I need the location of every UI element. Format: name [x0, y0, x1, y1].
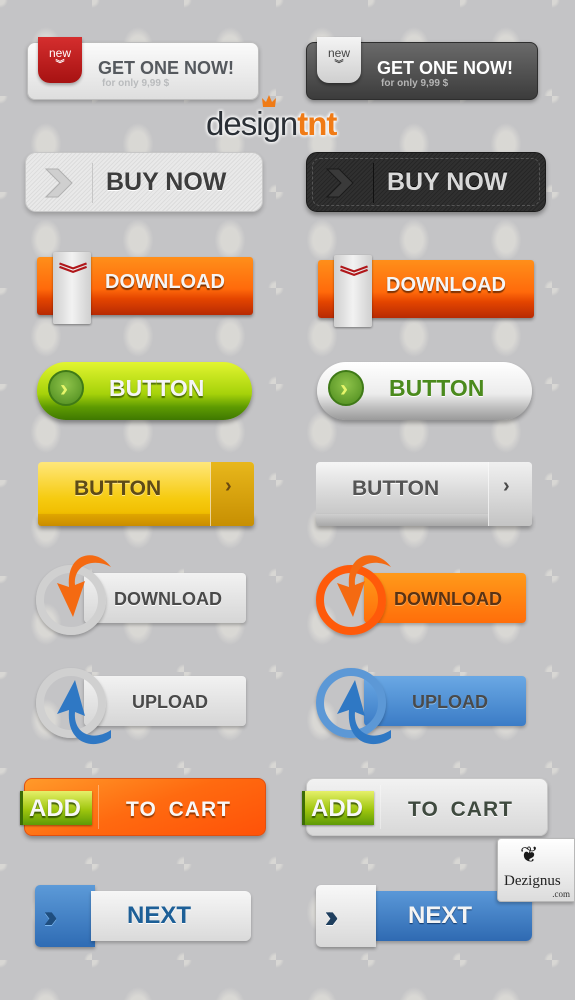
- pill-button-white[interactable]: › BUTTON: [317, 362, 532, 420]
- curved-arrow-up-icon: [57, 680, 111, 745]
- designtnt-logo: designtnt: [206, 105, 337, 143]
- add-label: ADD: [29, 795, 81, 822]
- add-label: ADD: [311, 795, 363, 822]
- add-to-cart-button-orange[interactable]: ADD TO CART: [20, 778, 266, 836]
- download-button-silver[interactable]: DOWNLOAD: [36, 547, 252, 642]
- download-button-orange[interactable]: ︾ DOWNLOAD: [37, 252, 253, 324]
- get-one-now-button-light[interactable]: new ︾ GET ONE NOW! for only 9,99 $: [27, 37, 259, 100]
- button-label: UPLOAD: [412, 692, 488, 712]
- new-badge-label: new: [48, 46, 71, 60]
- button-label: DOWNLOAD: [105, 271, 225, 293]
- button-label: BUTTON: [109, 375, 205, 401]
- price-subtitle: for only 9,99 $: [102, 78, 170, 89]
- arrow-right-circle-icon: ›: [328, 370, 364, 406]
- arrow-right-circle-icon: ›: [48, 370, 84, 406]
- curved-arrow-down-icon: [57, 555, 111, 617]
- double-chevron-down-icon: ︾: [58, 262, 88, 287]
- divider: [98, 785, 99, 829]
- icon-panel: [35, 885, 95, 947]
- button-label: DOWNLOAD: [114, 589, 222, 609]
- add-tag: ADD: [302, 791, 374, 825]
- new-ribbon-badge: new ︾: [317, 37, 361, 83]
- upload-button-blue[interactable]: UPLOAD: [316, 650, 532, 745]
- block-button-yellow[interactable]: › BUTTON: [38, 462, 254, 526]
- chevron-right-icon: ›: [210, 462, 254, 526]
- buy-now-button-light[interactable]: BUY NOW: [25, 152, 263, 212]
- logo-text-tnt: tnt: [297, 105, 337, 142]
- button-label: TO CART: [408, 798, 513, 821]
- dezignus-watermark: ❦ Dezignus .com: [497, 838, 575, 902]
- chevron-glyph: ›: [225, 475, 232, 497]
- block-button-silver[interactable]: › BUTTON: [316, 462, 532, 526]
- watermark-domain: .com: [552, 889, 570, 899]
- curved-arrow-down-icon: [337, 555, 391, 617]
- icon-tab: ︾: [53, 252, 91, 324]
- arrow-glyph: ›: [60, 375, 68, 402]
- ornament-icon: ❦: [520, 843, 539, 868]
- upload-button-silver[interactable]: UPLOAD: [36, 650, 252, 745]
- buy-now-button-dark[interactable]: BUY NOW: [306, 152, 546, 212]
- button-label: UPLOAD: [132, 692, 208, 712]
- button-label: BUY NOW: [387, 168, 508, 196]
- button-label: TO CART: [126, 798, 231, 821]
- button-label: DOWNLOAD: [394, 589, 502, 609]
- new-badge-label: new: [327, 46, 350, 60]
- icon-tab: ︾: [334, 255, 372, 327]
- icon-panel: [316, 885, 376, 947]
- chevron-right-icon: [325, 168, 354, 198]
- curved-arrow-up-icon: [337, 680, 391, 745]
- add-to-cart-button-silver[interactable]: ADD TO CART: [302, 778, 548, 836]
- button-label: BUTTON: [352, 477, 440, 500]
- double-chevron-down-icon: ︾: [339, 265, 369, 290]
- divider: [92, 163, 93, 203]
- button-title: GET ONE NOW!: [377, 58, 513, 78]
- pill-button-green[interactable]: › BUTTON: [37, 362, 252, 420]
- button-label: NEXT: [408, 902, 473, 929]
- watermark-name: Dezignus: [504, 873, 561, 889]
- chevron-glyph: ›: [503, 475, 510, 497]
- double-chevron-down-icon: ︾: [55, 59, 65, 69]
- next-button-blue-left[interactable]: ›› NEXT: [35, 885, 251, 947]
- add-tag: ADD: [20, 791, 92, 825]
- get-one-now-button-dark[interactable]: new ︾ GET ONE NOW! for only 9,99 $: [306, 37, 538, 100]
- button-label: BUTTON: [389, 375, 485, 401]
- divider: [380, 785, 381, 829]
- arrow-glyph: ›: [340, 375, 348, 402]
- chevron-right-icon: ›: [488, 462, 532, 526]
- divider: [373, 163, 374, 203]
- logo-text-design: design: [206, 105, 298, 142]
- double-chevron-down-icon: ︾: [334, 59, 344, 69]
- button-title: GET ONE NOW!: [98, 58, 234, 78]
- button-label: BUTTON: [74, 477, 162, 500]
- download-button-orange[interactable]: ︾ DOWNLOAD: [318, 255, 534, 327]
- price-subtitle: for only 9,99 $: [381, 78, 449, 89]
- chevron-right-icon: [44, 168, 73, 198]
- button-label: NEXT: [127, 902, 192, 929]
- download-button-orange-circle[interactable]: DOWNLOAD: [316, 547, 532, 642]
- button-label: DOWNLOAD: [386, 274, 506, 296]
- button-label: BUY NOW: [106, 168, 227, 196]
- new-ribbon-badge: new ︾: [38, 37, 82, 83]
